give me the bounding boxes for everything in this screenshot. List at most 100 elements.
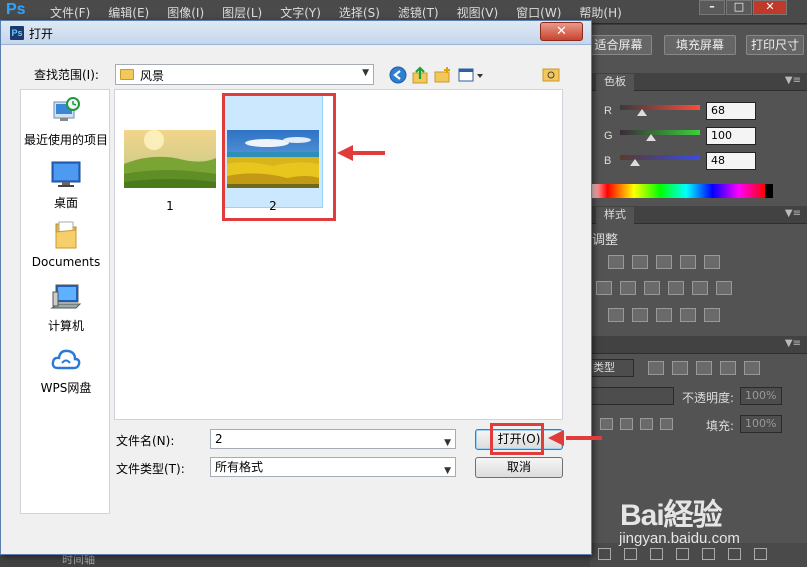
layer-kind-filter[interactable]: 类型: [588, 359, 634, 377]
menu-select[interactable]: 选择(S): [339, 4, 380, 21]
channel-b-label: B: [604, 155, 612, 167]
menu-view[interactable]: 视图(V): [457, 4, 499, 21]
vibrance-icon[interactable]: [704, 255, 720, 269]
blend-mode-select[interactable]: [588, 387, 674, 405]
filter-adjustment-icon[interactable]: [672, 361, 688, 375]
place-wps-cloud[interactable]: WPS网盘: [21, 344, 111, 396]
exposure-icon[interactable]: [680, 255, 696, 269]
new-folder-button[interactable]: [434, 66, 452, 84]
hue-saturation-icon[interactable]: [596, 281, 612, 295]
channel-r-value[interactable]: 68: [706, 102, 756, 120]
levels-icon[interactable]: [632, 255, 648, 269]
print-size-button[interactable]: 打印尺寸: [746, 35, 804, 55]
slider-thumb[interactable]: [630, 159, 640, 166]
annotation-arrow-head: [337, 145, 353, 161]
place-label: 计算机: [47, 319, 84, 333]
ps-menu: 文件(F) 编辑(E) 图像(I) 图层(L) 文字(Y) 选择(S) 滤镜(T…: [50, 4, 640, 21]
filter-type-icon[interactable]: [696, 361, 712, 375]
black-white-icon[interactable]: [644, 281, 660, 295]
filename-input[interactable]: 2 ▼: [210, 429, 456, 449]
back-button[interactable]: [389, 66, 407, 84]
place-computer[interactable]: 计算机: [21, 282, 111, 334]
view-menu-button[interactable]: [457, 66, 485, 84]
cancel-button[interactable]: 取消: [475, 457, 563, 478]
desktop-icon: [51, 161, 81, 187]
place-recent-items[interactable]: 最近使用的项目: [21, 96, 111, 148]
chevron-down-icon[interactable]: ▼: [444, 462, 451, 480]
lock-transparent-icon[interactable]: [600, 418, 613, 430]
chevron-down-icon[interactable]: ▼: [444, 434, 451, 452]
file-list[interactable]: 1 2: [114, 89, 563, 420]
menu-filter[interactable]: 滤镜(T): [398, 4, 439, 21]
fit-screen-button[interactable]: 适合屏幕: [585, 35, 652, 55]
filter-pixel-icon[interactable]: [648, 361, 664, 375]
desktop-shortcut-icon[interactable]: [542, 66, 560, 84]
tab-swatches[interactable]: 色板: [596, 74, 634, 91]
filetype-select[interactable]: 所有格式 ▼: [210, 457, 456, 477]
tab-styles[interactable]: 样式: [596, 207, 634, 224]
file-name: 1: [166, 199, 174, 213]
channel-r-slider[interactable]: [620, 105, 700, 116]
place-documents[interactable]: Documents: [21, 220, 111, 269]
maximize-button[interactable]: □: [726, 0, 752, 15]
channel-g-value[interactable]: 100: [706, 127, 756, 145]
menu-image[interactable]: 图像(I): [167, 4, 204, 21]
layers-panel-tabbar: ▼≡: [590, 336, 807, 354]
link-layers-icon[interactable]: [598, 548, 611, 560]
menu-help[interactable]: 帮助(H): [579, 4, 621, 21]
filter-shape-icon[interactable]: [720, 361, 736, 375]
color-lookup-icon[interactable]: [716, 281, 732, 295]
fill-field[interactable]: 100%: [740, 415, 782, 433]
color-spectrum[interactable]: [590, 184, 765, 198]
place-desktop[interactable]: 桌面: [21, 159, 111, 211]
menu-edit[interactable]: 编辑(E): [108, 4, 149, 21]
menu-layer[interactable]: 图层(L): [222, 4, 262, 21]
menu-file[interactable]: 文件(F): [50, 4, 90, 21]
channel-b-value[interactable]: 48: [706, 152, 756, 170]
lock-all-icon[interactable]: [660, 418, 673, 430]
brightness-icon[interactable]: [608, 255, 624, 269]
up-folder-button[interactable]: [411, 66, 429, 84]
dialog-title: 打开: [29, 27, 54, 41]
panel-menu-icon[interactable]: ▼≡: [785, 208, 801, 219]
annotation-arrow-head: [548, 430, 564, 446]
opacity-field[interactable]: 100%: [740, 387, 782, 405]
filter-smart-object-icon[interactable]: [744, 361, 760, 375]
fill-screen-button[interactable]: 填充屏幕: [664, 35, 736, 55]
menu-type[interactable]: 文字(Y): [280, 4, 321, 21]
folder-icon: [120, 69, 134, 80]
filename-value: 2: [215, 432, 223, 446]
file-item-1[interactable]: 1: [120, 130, 220, 213]
adjustments-heading: 调整: [592, 233, 619, 248]
app-close-button[interactable]: ✕: [753, 0, 787, 15]
color-balance-icon[interactable]: [620, 281, 636, 295]
panel-menu-icon[interactable]: ▼≡: [785, 75, 801, 86]
photo-filter-icon[interactable]: [668, 281, 684, 295]
lock-position-icon[interactable]: [640, 418, 653, 430]
threshold-icon[interactable]: [656, 308, 672, 322]
invert-icon[interactable]: [608, 308, 624, 322]
channel-g-label: G: [604, 130, 613, 142]
look-in-select[interactable]: 风景 ▼: [115, 64, 374, 85]
curves-icon[interactable]: [656, 255, 672, 269]
dialog-close-button[interactable]: ✕: [540, 22, 583, 41]
gradient-map-icon[interactable]: [680, 308, 696, 322]
channel-r-label: R: [604, 105, 612, 117]
posterize-icon[interactable]: [632, 308, 648, 322]
channel-mixer-icon[interactable]: [692, 281, 708, 295]
menu-window[interactable]: 窗口(W): [516, 4, 561, 21]
channel-g-slider[interactable]: [620, 130, 700, 141]
minimize-button[interactable]: –: [699, 0, 725, 15]
color-spectrum-black[interactable]: [765, 184, 773, 198]
selective-color-icon[interactable]: [704, 308, 720, 322]
places-bar: 最近使用的项目 桌面 Documents 计算机 WPS网盘: [20, 89, 110, 514]
slider-thumb[interactable]: [646, 134, 656, 141]
thumbnail-image-1: [124, 130, 216, 188]
dialog-titlebar[interactable]: Ps 打开 ✕: [1, 21, 591, 45]
chevron-down-icon: ▼: [362, 68, 369, 78]
filetype-label: 文件类型(T):: [116, 462, 185, 476]
channel-b-slider[interactable]: [620, 155, 700, 166]
panel-menu-icon[interactable]: ▼≡: [785, 338, 801, 349]
lock-pixels-icon[interactable]: [620, 418, 633, 430]
slider-thumb[interactable]: [637, 109, 647, 116]
